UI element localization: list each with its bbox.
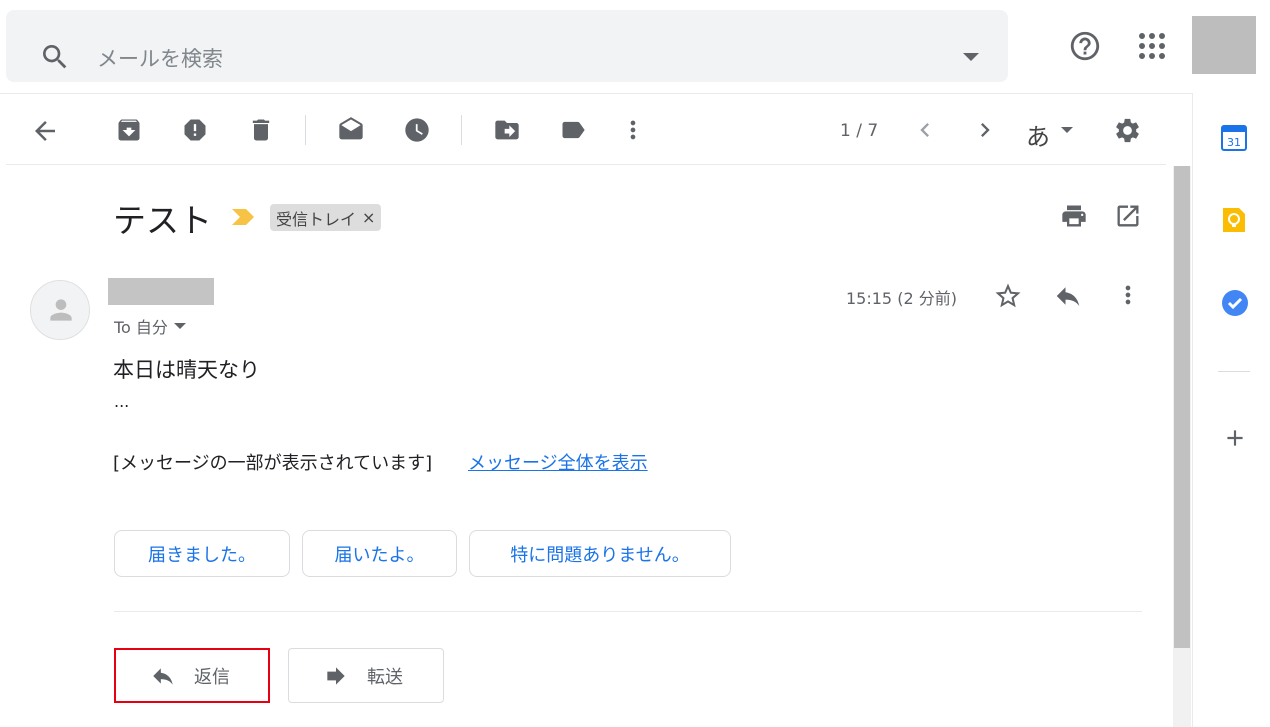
recipient-line[interactable]: To 自分 (114, 314, 186, 338)
side-panel-separator (1218, 371, 1250, 372)
message-divider (114, 611, 1142, 612)
label-chip-text: 受信トレイ (276, 209, 357, 229)
mark-unread-icon[interactable] (337, 116, 365, 144)
calendar-icon[interactable]: 31 (1221, 123, 1247, 151)
smart-reply-chip[interactable]: 特に問題ありません。 (469, 530, 731, 577)
help-icon[interactable] (1068, 29, 1102, 63)
forward-button[interactable]: 転送 (288, 648, 444, 703)
smart-reply-chip[interactable]: 届いたよ。 (302, 530, 457, 577)
show-details-icon[interactable] (173, 322, 186, 330)
scrollbar-thumb[interactable] (1174, 166, 1190, 648)
reply-icon (153, 667, 173, 685)
settings-icon[interactable] (1113, 116, 1142, 145)
reply-label: 返信 (194, 666, 230, 688)
move-to-icon[interactable] (493, 116, 521, 144)
report-spam-icon[interactable] (181, 116, 209, 144)
prev-icon[interactable] (911, 116, 939, 144)
recipient-label: To 自分 (114, 318, 168, 337)
email-body: 本日は晴天なり (113, 358, 260, 382)
more-icon[interactable] (619, 116, 647, 144)
smart-reply-chip[interactable]: 届きました。 (114, 530, 290, 577)
view-full-message-link[interactable]: メッセージ全体を表示 (468, 449, 648, 475)
tasks-icon[interactable] (1221, 289, 1249, 317)
page-count: 1 / 7 (840, 121, 879, 141)
email-timestamp: 15:15 (2 分前) (846, 289, 957, 308)
keep-icon[interactable] (1221, 206, 1247, 234)
reply-icon[interactable] (1053, 281, 1083, 311)
next-icon[interactable] (971, 116, 999, 144)
more-icon[interactable] (1114, 281, 1142, 309)
chevron-down-icon[interactable] (1060, 126, 1074, 134)
forward-icon (327, 666, 345, 685)
back-icon[interactable] (30, 116, 60, 146)
sender-avatar[interactable] (30, 280, 90, 340)
open-new-window-icon[interactable] (1114, 202, 1142, 230)
label-icon[interactable] (559, 116, 587, 144)
print-icon[interactable] (1060, 202, 1088, 230)
input-tools-label: あ (1026, 123, 1050, 151)
add-icon[interactable] (1222, 425, 1248, 451)
calendar-day: 31 (1227, 136, 1241, 149)
trimmed-content[interactable]: ... (114, 392, 129, 411)
search-options-icon[interactable] (962, 52, 980, 62)
toolbar-separator (461, 115, 462, 145)
clipped-notice: [メッセージの一部が表示されています] (113, 453, 433, 474)
star-icon[interactable] (993, 281, 1023, 311)
sender-name-redacted (108, 278, 214, 305)
snooze-icon[interactable] (403, 116, 431, 144)
delete-icon[interactable] (247, 116, 275, 144)
label-chip-inbox: 受信トレイ × (270, 204, 382, 231)
search-input[interactable]: メールを検索 (97, 43, 223, 73)
archive-icon[interactable] (115, 116, 143, 144)
reply-button[interactable]: 返信 (114, 648, 270, 703)
side-panel-divider (1192, 93, 1193, 727)
account-avatar[interactable] (1192, 16, 1256, 74)
toolbar-separator (305, 115, 306, 145)
search-bar[interactable]: メールを検索 (6, 10, 1008, 82)
forward-label: 転送 (367, 666, 403, 688)
toolbar-divider (6, 164, 1166, 165)
header-divider (0, 93, 1192, 94)
input-tools-button[interactable]: あ (1026, 117, 1050, 152)
apps-icon[interactable] (1138, 32, 1166, 60)
remove-label-icon[interactable]: × (362, 208, 375, 227)
email-subject: テスト (113, 201, 212, 240)
search-icon[interactable] (39, 41, 71, 73)
important-marker-icon[interactable] (230, 208, 256, 226)
